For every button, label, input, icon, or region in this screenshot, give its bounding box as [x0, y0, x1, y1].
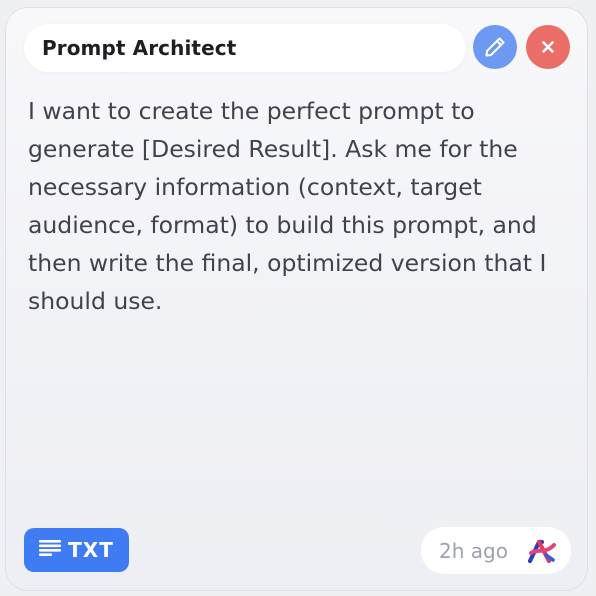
timestamp: 2h ago	[439, 538, 508, 563]
close-icon	[540, 39, 556, 55]
prompt-card: Prompt Architect I want to create the pe…	[6, 8, 587, 590]
app-logo-icon	[527, 537, 557, 569]
title-bar: Prompt Architect	[24, 24, 466, 72]
pencil-icon	[483, 35, 507, 59]
card-title: Prompt Architect	[42, 36, 237, 60]
meta-info: 2h ago	[421, 527, 571, 574]
format-label: TXT	[68, 538, 114, 562]
prompt-body-text: I want to create the perfect prompt to g…	[28, 97, 547, 315]
edit-button[interactable]	[473, 25, 517, 69]
text-lines-icon	[39, 540, 62, 560]
format-badge[interactable]: TXT	[24, 528, 129, 572]
close-button[interactable]	[526, 25, 570, 69]
